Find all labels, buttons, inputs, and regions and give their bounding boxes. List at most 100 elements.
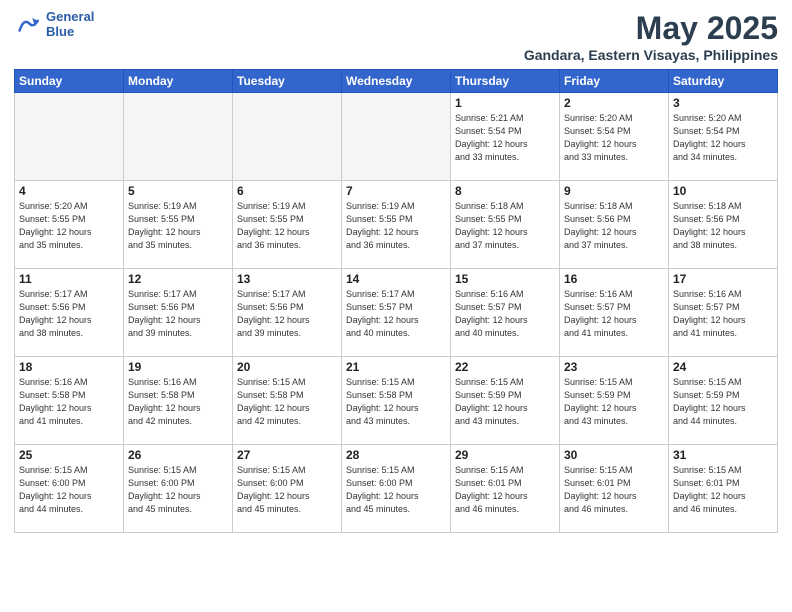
day-info: Sunrise: 5:17 AMSunset: 5:56 PMDaylight:…: [128, 288, 228, 340]
calendar-cell: 2 Sunrise: 5:20 AMSunset: 5:54 PMDaylight…: [560, 93, 669, 181]
day-number: 11: [19, 272, 119, 286]
page: General Blue May 2025 Gandara, Eastern V…: [0, 0, 792, 612]
calendar-cell: 11 Sunrise: 5:17 AMSunset: 5:56 PMDayligh…: [15, 269, 124, 357]
calendar-cell: 16 Sunrise: 5:16 AMSunset: 5:57 PMDayligh…: [560, 269, 669, 357]
day-number: 14: [346, 272, 446, 286]
day-info: Sunrise: 5:16 AMSunset: 5:57 PMDaylight:…: [673, 288, 773, 340]
day-number: 30: [564, 448, 664, 462]
day-number: 22: [455, 360, 555, 374]
calendar-cell: 30 Sunrise: 5:15 AMSunset: 6:01 PMDayligh…: [560, 445, 669, 533]
day-info: Sunrise: 5:15 AMSunset: 6:01 PMDaylight:…: [673, 464, 773, 516]
day-info: Sunrise: 5:21 AMSunset: 5:54 PMDaylight:…: [455, 112, 555, 164]
day-number: 4: [19, 184, 119, 198]
day-info: Sunrise: 5:19 AMSunset: 5:55 PMDaylight:…: [346, 200, 446, 252]
calendar-cell: 7 Sunrise: 5:19 AMSunset: 5:55 PMDaylight…: [342, 181, 451, 269]
day-number: 12: [128, 272, 228, 286]
day-number: 20: [237, 360, 337, 374]
day-number: 15: [455, 272, 555, 286]
calendar-cell: 12 Sunrise: 5:17 AMSunset: 5:56 PMDayligh…: [124, 269, 233, 357]
day-number: 21: [346, 360, 446, 374]
day-info: Sunrise: 5:17 AMSunset: 5:57 PMDaylight:…: [346, 288, 446, 340]
day-number: 27: [237, 448, 337, 462]
day-info: Sunrise: 5:18 AMSunset: 5:55 PMDaylight:…: [455, 200, 555, 252]
day-info: Sunrise: 5:18 AMSunset: 5:56 PMDaylight:…: [673, 200, 773, 252]
weekday-header-tuesday: Tuesday: [233, 70, 342, 93]
day-number: 17: [673, 272, 773, 286]
day-number: 26: [128, 448, 228, 462]
day-info: Sunrise: 5:20 AMSunset: 5:54 PMDaylight:…: [673, 112, 773, 164]
calendar-cell: 9 Sunrise: 5:18 AMSunset: 5:56 PMDaylight…: [560, 181, 669, 269]
calendar-cell: 3 Sunrise: 5:20 AMSunset: 5:54 PMDaylight…: [669, 93, 778, 181]
day-number: 7: [346, 184, 446, 198]
logo-text: General Blue: [46, 10, 94, 40]
day-info: Sunrise: 5:16 AMSunset: 5:58 PMDaylight:…: [128, 376, 228, 428]
day-number: 5: [128, 184, 228, 198]
calendar-cell: 26 Sunrise: 5:15 AMSunset: 6:00 PMDayligh…: [124, 445, 233, 533]
calendar-body: 1 Sunrise: 5:21 AMSunset: 5:54 PMDaylight…: [15, 93, 778, 533]
day-number: 6: [237, 184, 337, 198]
week-row-1: 4 Sunrise: 5:20 AMSunset: 5:55 PMDaylight…: [15, 181, 778, 269]
day-info: Sunrise: 5:15 AMSunset: 5:59 PMDaylight:…: [673, 376, 773, 428]
day-info: Sunrise: 5:19 AMSunset: 5:55 PMDaylight:…: [237, 200, 337, 252]
day-info: Sunrise: 5:15 AMSunset: 5:59 PMDaylight:…: [455, 376, 555, 428]
calendar-cell: 13Sunrise: 5:17 AMSunset: 5:56 PMDayligh…: [233, 269, 342, 357]
day-info: Sunrise: 5:20 AMSunset: 5:55 PMDaylight:…: [19, 200, 119, 252]
day-number: 3: [673, 96, 773, 110]
calendar-cell: 21 Sunrise: 5:15 AMSunset: 5:58 PMDayligh…: [342, 357, 451, 445]
day-number: 16: [564, 272, 664, 286]
calendar-cell: [15, 93, 124, 181]
calendar-cell: 22 Sunrise: 5:15 AMSunset: 5:59 PMDayligh…: [451, 357, 560, 445]
calendar-cell: [233, 93, 342, 181]
weekday-header-friday: Friday: [560, 70, 669, 93]
day-number: 2: [564, 96, 664, 110]
header: General Blue May 2025 Gandara, Eastern V…: [14, 10, 778, 63]
logo: General Blue: [14, 10, 94, 40]
calendar-cell: 10 Sunrise: 5:18 AMSunset: 5:56 PMDayligh…: [669, 181, 778, 269]
day-number: 28: [346, 448, 446, 462]
week-row-4: 25 Sunrise: 5:15 AMSunset: 6:00 PMDayligh…: [15, 445, 778, 533]
day-info: Sunrise: 5:16 AMSunset: 5:57 PMDaylight:…: [564, 288, 664, 340]
calendar-cell: 25 Sunrise: 5:15 AMSunset: 6:00 PMDayligh…: [15, 445, 124, 533]
day-number: 1: [455, 96, 555, 110]
logo-icon: [14, 11, 42, 39]
day-info: Sunrise: 5:15 AMSunset: 6:00 PMDaylight:…: [128, 464, 228, 516]
week-row-0: 1 Sunrise: 5:21 AMSunset: 5:54 PMDaylight…: [15, 93, 778, 181]
day-number: 9: [564, 184, 664, 198]
day-info: Sunrise: 5:17 AMSunset: 5:56 PMDaylight:…: [19, 288, 119, 340]
day-number: 23: [564, 360, 664, 374]
main-title: May 2025: [524, 10, 778, 47]
day-info: Sunrise: 5:15 AMSunset: 6:00 PMDaylight:…: [237, 464, 337, 516]
calendar-cell: 15Sunrise: 5:16 AMSunset: 5:57 PMDayligh…: [451, 269, 560, 357]
day-number: 31: [673, 448, 773, 462]
day-info: Sunrise: 5:15 AMSunset: 5:58 PMDaylight:…: [346, 376, 446, 428]
calendar-cell: 8 Sunrise: 5:18 AMSunset: 5:55 PMDaylight…: [451, 181, 560, 269]
calendar-cell: 27 Sunrise: 5:15 AMSunset: 6:00 PMDayligh…: [233, 445, 342, 533]
day-info: Sunrise: 5:15 AMSunset: 6:00 PMDaylight:…: [346, 464, 446, 516]
calendar-cell: 18Sunrise: 5:16 AMSunset: 5:58 PMDayligh…: [15, 357, 124, 445]
day-info: Sunrise: 5:15 AMSunset: 6:01 PMDaylight:…: [564, 464, 664, 516]
day-number: 19: [128, 360, 228, 374]
day-number: 24: [673, 360, 773, 374]
calendar-cell: 24 Sunrise: 5:15 AMSunset: 5:59 PMDayligh…: [669, 357, 778, 445]
calendar-cell: 20Sunrise: 5:15 AMSunset: 5:58 PMDayligh…: [233, 357, 342, 445]
day-info: Sunrise: 5:18 AMSunset: 5:56 PMDaylight:…: [564, 200, 664, 252]
day-number: 8: [455, 184, 555, 198]
calendar-cell: 17 Sunrise: 5:16 AMSunset: 5:57 PMDayligh…: [669, 269, 778, 357]
day-info: Sunrise: 5:15 AMSunset: 6:01 PMDaylight:…: [455, 464, 555, 516]
calendar-cell: 6 Sunrise: 5:19 AMSunset: 5:55 PMDaylight…: [233, 181, 342, 269]
day-number: 13: [237, 272, 337, 286]
calendar-cell: 31 Sunrise: 5:15 AMSunset: 6:01 PMDayligh…: [669, 445, 778, 533]
day-number: 10: [673, 184, 773, 198]
day-info: Sunrise: 5:15 AMSunset: 5:59 PMDaylight:…: [564, 376, 664, 428]
day-info: Sunrise: 5:19 AMSunset: 5:55 PMDaylight:…: [128, 200, 228, 252]
day-info: Sunrise: 5:15 AMSunset: 6:00 PMDaylight:…: [19, 464, 119, 516]
calendar-cell: 14 Sunrise: 5:17 AMSunset: 5:57 PMDayligh…: [342, 269, 451, 357]
weekday-header-thursday: Thursday: [451, 70, 560, 93]
day-number: 25: [19, 448, 119, 462]
calendar-cell: 23 Sunrise: 5:15 AMSunset: 5:59 PMDayligh…: [560, 357, 669, 445]
subtitle: Gandara, Eastern Visayas, Philippines: [524, 47, 778, 63]
calendar-cell: 29Sunrise: 5:15 AMSunset: 6:01 PMDayligh…: [451, 445, 560, 533]
calendar-cell: 19 Sunrise: 5:16 AMSunset: 5:58 PMDayligh…: [124, 357, 233, 445]
day-info: Sunrise: 5:20 AMSunset: 5:54 PMDaylight:…: [564, 112, 664, 164]
weekday-header-wednesday: Wednesday: [342, 70, 451, 93]
